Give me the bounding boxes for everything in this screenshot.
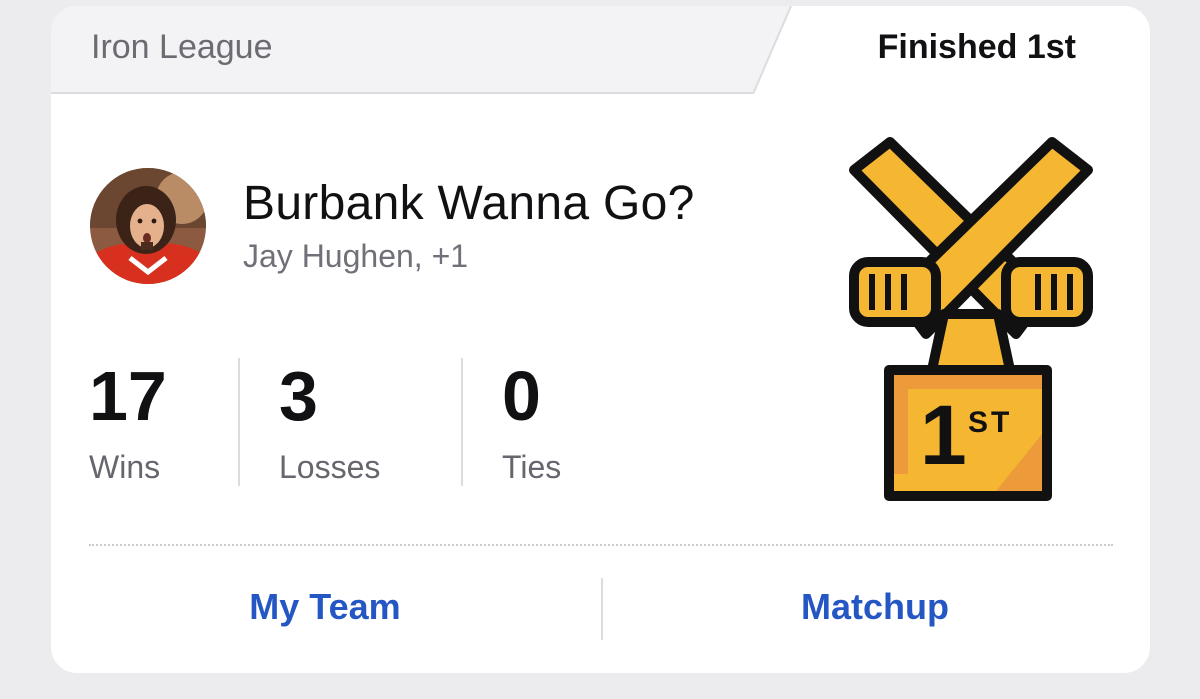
tab-edge (752, 6, 792, 94)
avatar (90, 168, 206, 284)
ties-label: Ties (502, 449, 562, 485)
stat-divider (238, 358, 240, 486)
league-name[interactable]: Iron League (91, 28, 273, 67)
trophy-place-suffix: ST (968, 406, 1012, 439)
league-card: Iron League Finished 1st Burbank Wanna G… (51, 6, 1150, 673)
card-header: Iron League Finished 1st (51, 6, 1150, 94)
matchup-link[interactable]: Matchup (625, 586, 1125, 628)
losses-label: Losses (279, 449, 381, 485)
losses-value: 3 (279, 357, 318, 435)
action-divider (601, 578, 603, 640)
wins-value: 17 (89, 357, 167, 435)
stat-losses: 3 Losses (279, 361, 380, 486)
wins-label: Wins (89, 449, 161, 485)
team-name[interactable]: Burbank Wanna Go? (243, 176, 695, 231)
stat-ties: 0 Ties (502, 361, 561, 486)
ties-value: 0 (502, 357, 541, 435)
my-team-link[interactable]: My Team (75, 586, 575, 628)
section-divider (89, 544, 1113, 546)
stat-divider (461, 358, 463, 486)
finish-label: Finished 1st (877, 28, 1076, 66)
trophy-place-number: 1 (920, 388, 967, 482)
stat-wins: 17 Wins (89, 361, 167, 486)
owner-names: Jay Hughen, +1 (243, 238, 469, 274)
trophy-icon: 1 ST (849, 137, 1093, 501)
